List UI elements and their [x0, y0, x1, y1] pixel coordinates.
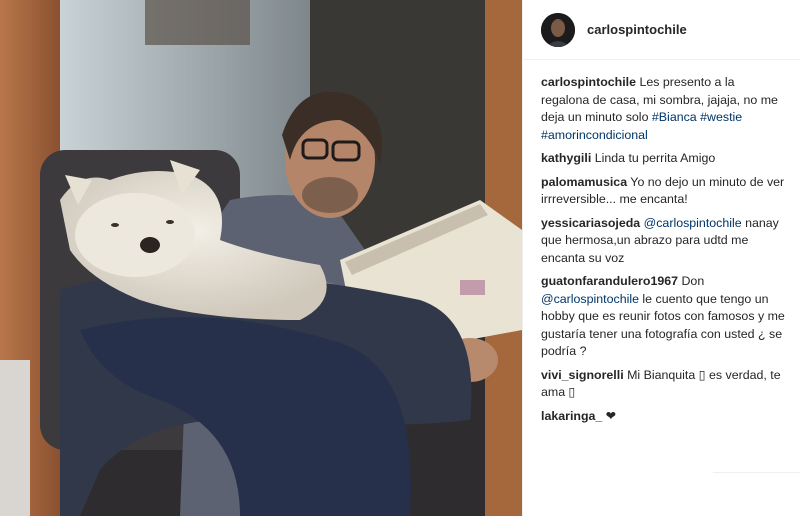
post-caption: carlospintochile Les presento a la regal…: [541, 74, 786, 144]
comment-item: kathygili Linda tu perrita Amigo: [541, 150, 786, 168]
photo-man-reading-with-dog: [0, 0, 522, 516]
comment-item: vivi_signorelli Mi Bianquita ▯ es verdad…: [541, 367, 786, 402]
post-author-username[interactable]: carlospintochile: [587, 22, 687, 37]
post-side-panel: carlospintochile carlospintochile Les pr…: [522, 0, 800, 516]
comment-mention[interactable]: @carlospintochile: [541, 292, 639, 306]
post-photo[interactable]: [0, 0, 522, 516]
comment-username[interactable]: kathygili: [541, 151, 591, 165]
hashtag-westie[interactable]: #westie: [700, 110, 742, 124]
comment-username[interactable]: guatonfarandulero1967: [541, 274, 678, 288]
hashtag-amorincondicional[interactable]: #amorincondicional: [541, 128, 648, 142]
comment-username[interactable]: palomamusica: [541, 175, 627, 189]
comment-heart-text: ❤: [602, 408, 617, 423]
divider: [713, 472, 800, 473]
caption-username[interactable]: carlospintochile: [541, 75, 636, 89]
hashtag-bianca[interactable]: #Bianca: [652, 110, 697, 124]
comment-username[interactable]: yessicariasojeda: [541, 216, 640, 230]
avatar[interactable]: [541, 12, 575, 47]
comment-item: lakaringa_ ❤: [541, 408, 786, 426]
comment-item: yessicariasojeda @carlospintochile nanay…: [541, 215, 786, 268]
comments-list: carlospintochile Les presento a la regal…: [523, 60, 800, 425]
comment-text-before: Don: [678, 274, 705, 288]
comment-item: guatonfarandulero1967 Don @carlospintoch…: [541, 273, 786, 361]
comment-item: palomamusica Yo no dejo un minuto de ver…: [541, 174, 786, 209]
comment-text: Linda tu perrita Amigo: [591, 151, 716, 165]
comment-username[interactable]: vivi_signorelli: [541, 368, 624, 382]
post-header: carlospintochile: [523, 0, 800, 60]
comment-mention[interactable]: @carlospintochile: [644, 216, 742, 230]
avatar-image: [541, 12, 575, 47]
comment-username[interactable]: lakaringa_: [541, 409, 602, 423]
